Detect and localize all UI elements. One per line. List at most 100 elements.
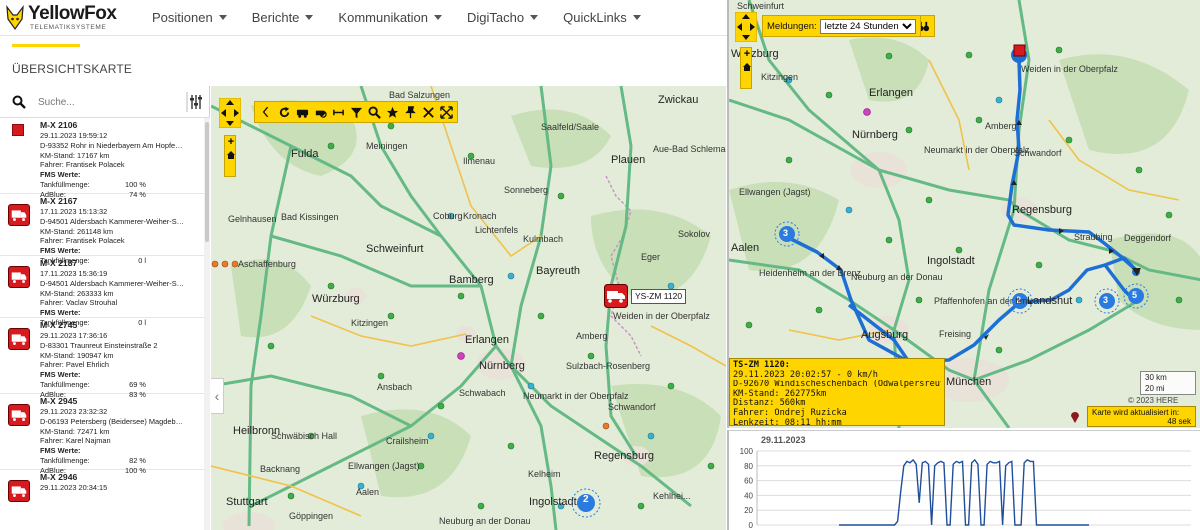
fullscreen-button[interactable] <box>437 103 455 121</box>
panel-collapse-handle[interactable]: ‹ <box>211 378 224 414</box>
home-icon[interactable] <box>742 62 752 72</box>
expand-icon <box>439 105 453 119</box>
chart-y-tick-label: 60 <box>744 477 753 486</box>
vehicle-fms: FMS Werte: <box>40 308 81 318</box>
vehicle-info-popup[interactable]: TS-ZM 1120: 29.11.2023 20:02:57 - 0 km/h… <box>729 358 945 427</box>
map-place-label: Göppingen <box>289 511 334 521</box>
map-place-label: Fulda <box>291 148 319 160</box>
map-place-label: Straubing <box>1074 232 1113 242</box>
map-place-label: Ansbach <box>377 382 413 392</box>
chart-y-tick-label: 20 <box>744 506 753 515</box>
meldungen-select[interactable]: letzte 24 Stunden <box>819 18 916 34</box>
route-map-zoom-control[interactable]: + <box>740 47 752 89</box>
vehicle-item[interactable]: M-X 2187 17.11.2023 15:36:19 D-94501 Ald… <box>0 256 204 327</box>
map-place-label: Augsburg <box>861 329 909 341</box>
no-vehicle-button[interactable] <box>311 103 329 121</box>
map-place-label: Bamberg <box>449 274 494 286</box>
vehicle-name: M-X 2946 <box>40 472 78 482</box>
favorites-button[interactable] <box>383 103 401 121</box>
nav-digitacho[interactable]: DigiTacho <box>467 10 539 25</box>
map-place-label: Schwandorf <box>608 402 656 412</box>
map-place-label: Kelheim <box>528 469 561 479</box>
cluster-count: 3 <box>1103 295 1109 305</box>
chevron-left-icon <box>262 106 269 118</box>
map-place-label: Kronach <box>463 211 497 221</box>
overview-map[interactable]: Bad Salzungen Saalfeld/Saale Zwickau Ful… <box>211 86 726 530</box>
chevron-down-icon <box>434 15 443 20</box>
vehicle-item[interactable]: M-X 2106 29.11.2023 19:59:12 D-93352 Roh… <box>0 118 204 199</box>
vehicle-fms: FMS Werte: <box>40 370 81 380</box>
refresh-button[interactable] <box>275 103 293 121</box>
vehicle-driver: Fahrer: Vaclav Strouhal <box>40 298 118 308</box>
map-place-label: Erlangen <box>465 334 510 346</box>
vehicle-name: M-X 2745 <box>40 320 78 330</box>
map-place-label: Erlangen <box>869 87 914 99</box>
nav-positionen[interactable]: Positionen <box>152 10 227 25</box>
map-pan-control[interactable] <box>219 98 241 128</box>
nav-quicklinks[interactable]: QuickLinks <box>563 10 641 25</box>
search-icon[interactable] <box>12 95 26 109</box>
vehicle-item[interactable]: M-X 2945 29.11.2023 23:32:32 D-06193 Pet… <box>0 394 204 475</box>
search-map-button[interactable] <box>365 103 383 121</box>
zoom-in-button[interactable]: + <box>226 136 236 148</box>
scrollbar-thumb[interactable] <box>205 122 209 242</box>
map-place-label: Deggendorf <box>1124 233 1172 243</box>
vehicle-km: KM-Stand: 261148 km <box>40 226 113 236</box>
cluster-count: 3 <box>783 228 789 238</box>
vehicle-list-scrollbar[interactable] <box>204 118 210 530</box>
map-place-label: Crailsheim <box>386 436 429 446</box>
search-input[interactable] <box>38 94 178 110</box>
filter-sliders-icon[interactable] <box>186 92 204 112</box>
map-place-label: Meiningen <box>366 141 408 151</box>
refresh-countdown: Karte wird aktualisiert in: 48 sek <box>1087 406 1196 427</box>
nav-berichte[interactable]: Berichte <box>252 10 314 25</box>
truck-icon <box>8 480 30 502</box>
vehicle-tank: Tankfüllmenge: 82 % <box>40 456 202 466</box>
map-place-label: Gelnhausen <box>228 214 277 224</box>
truck-icon <box>8 404 30 426</box>
map-place-label: Kitzingen <box>351 318 389 328</box>
vehicle-name: M-X 2945 <box>40 396 78 406</box>
map-place-label: Stuttgart <box>226 496 268 508</box>
vehicle-item[interactable]: M-X 2167 17.11.2023 15:13:32 D-94501 Ald… <box>0 194 204 265</box>
top-header: YellowFox TELEMATIKSYSTEME Positionen Be… <box>0 0 728 36</box>
vehicle-item[interactable]: M-X 2946 29.11.2023 20:34:15 <box>0 470 204 530</box>
vehicle-address: D-94501 Aldersbach Kammerer-Weiher-S… <box>40 278 185 288</box>
map-place-label: Schweinfurt <box>737 1 785 11</box>
tank-value: 69 % <box>129 379 146 389</box>
tools-button[interactable] <box>419 103 437 121</box>
vehicle-km: KM-Stand: 17167 km <box>40 150 110 160</box>
pin-button[interactable] <box>401 103 419 121</box>
map-place-label: Schwabach <box>459 388 506 398</box>
scale-km: 30 km <box>1145 373 1167 382</box>
route-map-pan-control[interactable] <box>735 12 757 42</box>
filter-button[interactable] <box>347 103 365 121</box>
chart-y-tick-label: 100 <box>740 447 754 456</box>
nav-kommunikation[interactable]: Kommunikation <box>338 10 443 25</box>
vehicle-item[interactable]: M-X 2745 29.11.2023 17:36:16 D-83301 Tra… <box>0 318 204 399</box>
home-icon[interactable] <box>226 150 236 160</box>
toolbar-collapse-button[interactable] <box>257 103 275 121</box>
map-zoom-control[interactable]: + <box>224 135 236 177</box>
map-place-label: Kehlhei... <box>653 491 691 501</box>
zoom-in-button[interactable]: + <box>742 48 752 60</box>
vehicle-tracking-button[interactable] <box>293 103 311 121</box>
vehicle-km: KM-Stand: 190947 km <box>40 350 114 360</box>
nav-label: QuickLinks <box>563 10 627 25</box>
yellowfox-logo[interactable]: YellowFox TELEMATIKSYSTEME <box>2 2 124 34</box>
warning-pin-icon[interactable] <box>1070 410 1080 424</box>
vehicle-marker-truck-icon[interactable] <box>604 284 628 308</box>
map-place-label: Bad Salzungen <box>389 90 451 100</box>
vehicle-icon <box>296 109 308 118</box>
map-place-label: Regensburg <box>1012 204 1072 216</box>
vehicle-date: 29.11.2023 23:32:32 <box>40 407 108 416</box>
speed-chart[interactable]: 0 20 40 60 80 100 29.11.2023 <box>729 431 1200 530</box>
logo-tagline: TELEMATIKSYSTEME <box>30 24 107 31</box>
vehicle-address: D-94501 Aldersbach Kammerer-Weiher-S… <box>40 216 185 226</box>
cluster-count: 5 <box>1132 290 1138 300</box>
pan-arrows-icon <box>219 98 241 128</box>
map-place-label: Aue-Bad Schlema <box>653 144 726 154</box>
measure-button[interactable] <box>329 103 347 121</box>
truck-icon <box>8 204 30 226</box>
vehicle-panel: M-X 2106 29.11.2023 19:59:12 D-93352 Roh… <box>0 86 210 530</box>
